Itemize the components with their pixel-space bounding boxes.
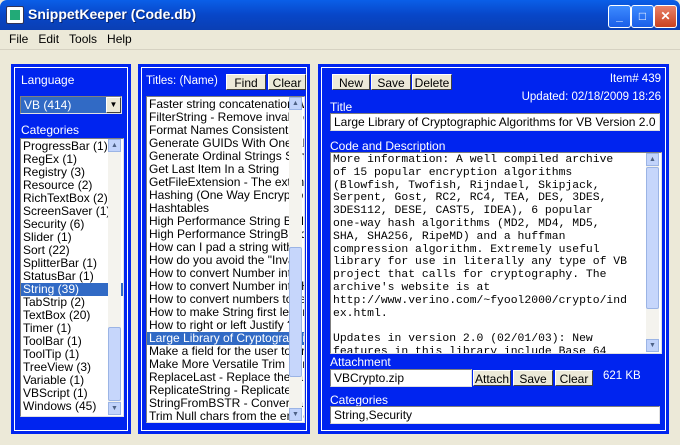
title-bar[interactable]: SnippetKeeper (Code.db) _ □ ✕ bbox=[0, 0, 680, 30]
scroll-thumb[interactable] bbox=[646, 167, 659, 309]
scroll-thumb[interactable] bbox=[108, 327, 121, 401]
language-label: Language bbox=[21, 73, 75, 87]
title-item[interactable]: How do you avoid the "Invali bbox=[147, 254, 304, 267]
categories-label: Categories bbox=[21, 123, 80, 137]
attach-button[interactable]: Attach bbox=[473, 370, 511, 386]
code-line: 3DES112, DESE, CAST5, IDEA), 6 popular bbox=[333, 205, 593, 218]
code-line: ex.html. bbox=[333, 307, 388, 320]
updated-timestamp: Updated: 02/18/2009 18:26 bbox=[521, 91, 661, 103]
code-line: project that calls for cryptography. The bbox=[333, 269, 607, 282]
snippet-panel: New Save Delete Item# 439 Updated: 02/18… bbox=[318, 64, 669, 434]
title-item[interactable]: ReplicateString - Replicate a bbox=[147, 384, 304, 397]
scroll-up-icon[interactable]: ▲ bbox=[646, 153, 659, 166]
title-item[interactable]: How to convert numbers to te bbox=[147, 293, 304, 306]
scroll-down-icon[interactable]: ▼ bbox=[646, 339, 659, 352]
find-button[interactable]: Find bbox=[226, 74, 266, 90]
attachment-save-button[interactable]: Save bbox=[513, 370, 553, 386]
code-line: http://www.verino.com/~fyool2000/crypto/… bbox=[333, 294, 627, 307]
titles-scrollbar[interactable]: ▲ ▼ bbox=[289, 97, 302, 421]
title-item[interactable]: StringFromBSTR - Convert a l bbox=[147, 397, 304, 410]
code-textarea[interactable]: More information: A well compiled archiv… bbox=[330, 152, 662, 354]
code-line: compression algorithm. Extremely useful bbox=[333, 243, 600, 256]
app-icon bbox=[6, 6, 24, 24]
code-line: More information: A well compiled archiv… bbox=[333, 154, 614, 166]
menu-bar: File Edit Tools Help bbox=[0, 30, 680, 50]
code-label: Code and Description bbox=[330, 139, 446, 153]
title-item[interactable]: Get Last Item In a String bbox=[147, 163, 304, 176]
title-item[interactable]: Trim Null chars from the end o bbox=[147, 410, 304, 422]
menu-help[interactable]: Help bbox=[102, 30, 137, 46]
title-item[interactable]: Format Names Consistently bbox=[147, 124, 304, 137]
scroll-up-icon[interactable]: ▲ bbox=[108, 139, 121, 152]
menu-file[interactable]: File bbox=[4, 30, 33, 46]
title-item[interactable]: Large Library of Cryptographic bbox=[147, 332, 304, 345]
attachment-clear-button[interactable]: Clear bbox=[555, 370, 593, 386]
code-line: of 15 popular encryption algorithms bbox=[333, 166, 573, 179]
code-line: library for use in literally any type of… bbox=[333, 256, 627, 269]
title-item[interactable]: How to convert Number into H bbox=[147, 280, 304, 293]
new-button[interactable]: New bbox=[332, 74, 370, 90]
code-line: archive's website is at bbox=[333, 281, 491, 294]
chevron-down-icon[interactable]: ▼ bbox=[106, 97, 121, 113]
close-button[interactable]: ✕ bbox=[654, 5, 677, 28]
scroll-down-icon[interactable]: ▼ bbox=[289, 408, 302, 421]
title-item[interactable]: Faster string concatenation w bbox=[147, 98, 304, 111]
attachment-label: Attachment bbox=[330, 355, 391, 369]
categories-field-label: Categories bbox=[330, 393, 389, 407]
title-item[interactable]: How to convert Number into bbox=[147, 267, 304, 280]
attachment-size: 621 KB bbox=[603, 370, 641, 382]
save-button[interactable]: Save bbox=[371, 74, 411, 90]
categories-scrollbar[interactable]: ▲ ▼ bbox=[108, 139, 121, 415]
code-line: features in this library include Base 64 bbox=[333, 345, 607, 354]
menu-edit[interactable]: Edit bbox=[33, 30, 64, 46]
clear-button[interactable]: Clear bbox=[268, 74, 306, 90]
attachment-field[interactable]: VBCrypto.zip bbox=[330, 369, 472, 387]
title-item[interactable]: Generate GUIDs With One AI bbox=[147, 137, 304, 150]
language-panel: Language VB (414) ▼ Categories ProgressB… bbox=[11, 64, 131, 434]
title-item[interactable]: Hashtables bbox=[147, 202, 304, 215]
maximize-button[interactable]: □ bbox=[631, 5, 654, 28]
titles-panel: Titles: (Name) Find Clear Faster string … bbox=[138, 64, 310, 434]
title-item[interactable]: How to right or left Justify ? bbox=[147, 319, 304, 332]
code-line: SHA, SHA256, RipeMD) and a huffman bbox=[333, 230, 566, 243]
scroll-down-icon[interactable]: ▼ bbox=[108, 402, 121, 415]
minimize-button[interactable]: _ bbox=[608, 5, 631, 28]
title-item[interactable]: GetFileExtension - The extens bbox=[147, 176, 304, 189]
title-item[interactable]: ReplaceLast - Replace the la bbox=[147, 371, 304, 384]
title-item[interactable]: Hashing (One Way Encryption bbox=[147, 189, 304, 202]
window-title: SnippetKeeper (Code.db) bbox=[28, 6, 197, 22]
code-scrollbar[interactable]: ▲ ▼ bbox=[646, 153, 659, 352]
title-item[interactable]: High Performance String Build bbox=[147, 215, 304, 228]
title-item[interactable]: How can I pad a string with s bbox=[147, 241, 304, 254]
title-item[interactable]: How to make String first letter bbox=[147, 306, 304, 319]
categories-field[interactable]: String,Security bbox=[330, 406, 660, 424]
item-number: Item# 439 bbox=[609, 73, 661, 85]
titles-list[interactable]: Faster string concatenation w FilterStrin… bbox=[146, 96, 305, 423]
menu-tools[interactable]: Tools bbox=[64, 30, 102, 46]
title-item[interactable]: Generate Ordinal Strings Simp bbox=[147, 150, 304, 163]
title-field[interactable]: Large Library of Cryptographic Algorithm… bbox=[330, 113, 660, 131]
language-select-value: VB (414) bbox=[24, 98, 72, 112]
title-item[interactable]: High Performance StringBuild bbox=[147, 228, 304, 241]
title-item[interactable]: Make More Versatile Trim Fur bbox=[147, 358, 304, 371]
titles-label: Titles: (Name) bbox=[146, 75, 218, 87]
title-label: Title bbox=[330, 100, 353, 114]
code-line: Updates in version 2.0 (02/01/03): New bbox=[333, 333, 593, 346]
scroll-thumb[interactable] bbox=[289, 247, 302, 377]
code-line: Serpent, Gost, RC2, RC4, TEA, DES, 3DES, bbox=[333, 192, 607, 205]
scroll-up-icon[interactable]: ▲ bbox=[289, 97, 302, 110]
code-line: one-way hash algorithms (MD2, MD4, MD5, bbox=[333, 217, 600, 230]
code-line: (Blowfish, Twofish, Rijndael, Skipjack, bbox=[333, 179, 600, 192]
title-item[interactable]: FilterString - Remove invalid c bbox=[147, 111, 304, 124]
delete-button[interactable]: Delete bbox=[412, 74, 452, 90]
title-item[interactable]: Make a field for the user to er bbox=[147, 345, 304, 358]
